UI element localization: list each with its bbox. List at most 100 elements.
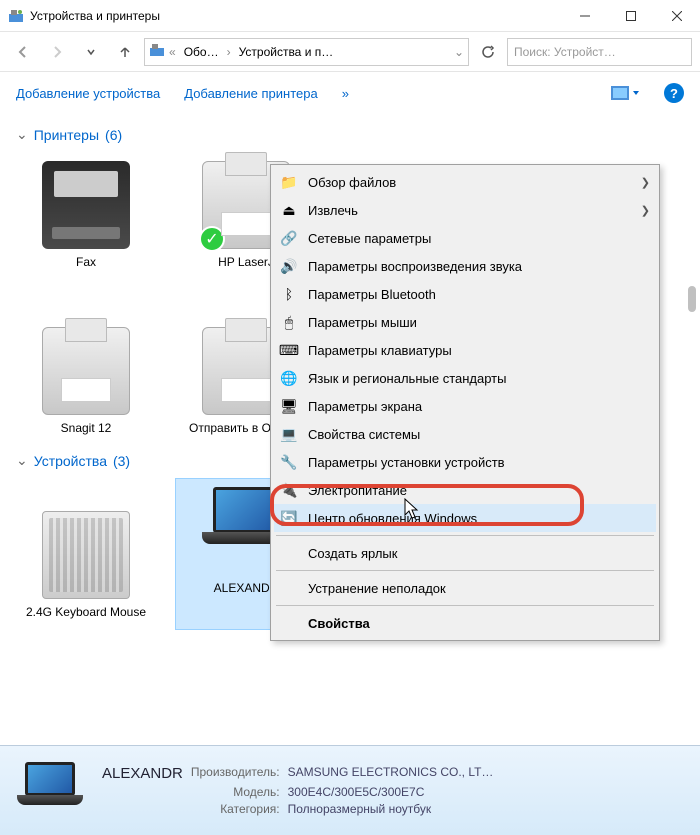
group-devices-count: (3) — [113, 453, 130, 469]
submenu-arrow-icon: ❯ — [641, 176, 650, 189]
add-device-link[interactable]: Добавление устройства — [16, 86, 160, 101]
window-title: Устройства и принтеры — [30, 9, 562, 23]
status-mfr-key: Производитель: — [191, 765, 280, 782]
addr-icon — [149, 42, 165, 61]
bt-icon: ᛒ — [280, 285, 298, 303]
help-button[interactable]: ? — [664, 83, 684, 103]
update-icon: 🔄 — [280, 509, 298, 527]
menu-separator — [276, 535, 654, 536]
sound-icon: 🔊 — [280, 257, 298, 275]
device-label: Fax — [76, 255, 96, 271]
menu-item-label: Параметры клавиатуры — [308, 343, 650, 358]
status-model-key: Модель: — [191, 785, 280, 799]
menu-item-label: Центр обновления Windows — [308, 511, 650, 526]
menu-separator — [276, 605, 654, 606]
menu-item[interactable]: ᛒ Параметры Bluetooth — [274, 280, 656, 308]
screen-icon: 🖥 — [280, 397, 298, 415]
up-button[interactable] — [110, 37, 140, 67]
maximize-button[interactable] — [608, 0, 654, 32]
group-printers-label: Принтеры — [34, 127, 99, 143]
menu-item-label: Параметры воспроизведения звука — [308, 259, 650, 274]
menu-item-label: Обзор файлов — [308, 175, 631, 190]
menu-item-label: Язык и региональные стандарты — [308, 371, 650, 386]
status-device-name: ALEXANDR — [102, 765, 183, 782]
status-model-val: 300E4C/300E5C/300E7C — [288, 785, 494, 799]
recent-dropdown[interactable] — [76, 37, 106, 67]
printer-icon — [42, 327, 130, 415]
menu-item[interactable]: 💻 Свойства системы — [274, 420, 656, 448]
menu-item[interactable]: 📁 Обзор файлов ❯ — [274, 168, 656, 196]
toolbar-overflow[interactable]: » — [342, 86, 349, 101]
search-input[interactable]: Поиск: Устройст… — [507, 38, 692, 66]
device-label: 2.4G Keyboard Mouse — [26, 605, 146, 621]
add-printer-link[interactable]: Добавление принтера — [184, 86, 317, 101]
menu-item[interactable]: 🌐 Язык и региональные стандарты — [274, 364, 656, 392]
menu-item[interactable]: 🔧 Параметры установки устройств — [274, 448, 656, 476]
menu-item[interactable]: Устранение неполадок — [274, 574, 656, 602]
menu-item-label: Сетевые параметры — [308, 231, 650, 246]
eject-icon: ⏏ — [280, 201, 298, 219]
menu-item-label: Параметры Bluetooth — [308, 287, 650, 302]
group-printers-header[interactable]: ⌄ Принтеры (6) — [16, 126, 684, 143]
status-cat-key: Категория: — [191, 802, 280, 816]
menu-item-label: Параметры мыши — [308, 315, 650, 330]
device-label: ALEXANDR — [214, 581, 279, 597]
menu-item-label: Создать ярлык — [308, 546, 650, 561]
group-devices-label: Устройства — [34, 453, 107, 469]
menu-item[interactable]: 🖱 Параметры мыши — [274, 308, 656, 336]
back-button[interactable] — [8, 37, 38, 67]
command-bar: Добавление устройства Добавление принтер… — [0, 72, 700, 114]
close-button[interactable] — [654, 0, 700, 32]
menu-item[interactable]: Создать ярлык — [274, 539, 656, 567]
menu-item[interactable]: 🖥Параметры экрана — [274, 392, 656, 420]
menu-item-label: Электропитание — [308, 483, 650, 498]
laptop-icon — [16, 762, 84, 820]
breadcrumb-sep: « — [169, 45, 176, 59]
menu-item[interactable]: Свойства — [274, 609, 656, 637]
context-menu: 📁Обзор файлов❯⏏Извлечь❯🔗Сетевые параметр… — [270, 164, 660, 641]
minimize-button[interactable] — [562, 0, 608, 32]
address-bar[interactable]: « Обо… › Устройства и п… ⌄ — [144, 38, 469, 66]
folder-icon: 📁 — [280, 173, 298, 191]
refresh-button[interactable] — [473, 37, 503, 67]
group-printers-count: (6) — [105, 127, 122, 143]
keyboard-icon — [42, 511, 130, 599]
menu-item[interactable]: ⌨ Параметры клавиатуры — [274, 336, 656, 364]
menu-item[interactable]: 🔌 Электропитание — [274, 476, 656, 504]
menu-item-label: Свойства системы — [308, 427, 650, 442]
app-icon — [8, 8, 24, 24]
mouse-icon: 🖱 — [280, 313, 298, 331]
menu-item[interactable]: 🔗 Сетевые параметры — [274, 224, 656, 252]
default-badge-icon — [199, 226, 225, 252]
menu-separator — [276, 570, 654, 571]
fax-icon — [42, 161, 130, 249]
power-icon: 🔌 — [280, 481, 298, 499]
submenu-arrow-icon: ❯ — [641, 204, 650, 217]
addr-dropdown[interactable]: ⌄ — [454, 45, 464, 59]
scrollbar-thumb[interactable] — [688, 286, 696, 312]
menu-item[interactable]: ⏏Извлечь❯ — [274, 196, 656, 224]
chevron-down-icon: ⌄ — [16, 126, 28, 143]
chevron-down-icon: ⌄ — [16, 452, 28, 469]
menu-item-label: Параметры установки устройств — [308, 455, 650, 470]
lang-icon: 🌐 — [280, 369, 298, 387]
device-item-keyboard[interactable]: 2.4G Keyboard Mouse — [16, 479, 156, 629]
device-item-snagit[interactable]: Snagit 12 — [16, 319, 156, 445]
breadcrumb-1[interactable]: Обо… — [180, 43, 223, 61]
device-item-fax[interactable]: Fax — [16, 153, 156, 279]
breadcrumb-2[interactable]: Устройства и п… — [235, 43, 338, 61]
install-icon: 🔧 — [280, 453, 298, 471]
net-icon: 🔗 — [280, 229, 298, 247]
breadcrumb-sep: › — [227, 45, 231, 59]
view-options-button[interactable] — [611, 86, 640, 100]
kb-icon: ⌨ — [280, 341, 298, 359]
menu-item-label: Свойства — [308, 616, 650, 631]
menu-item[interactable]: 🔄 Центр обновления Windows — [274, 504, 656, 532]
sys-icon: 💻 — [280, 425, 298, 443]
forward-button[interactable] — [42, 37, 72, 67]
menu-item-label: Устранение неполадок — [308, 581, 650, 596]
device-label: HP LaserJ — [218, 255, 274, 271]
status-cat-val: Полноразмерный ноутбук — [288, 802, 494, 816]
menu-item[interactable]: 🔊 Параметры воспроизведения звука — [274, 252, 656, 280]
status-mfr-val: SAMSUNG ELECTRONICS CO., LT… — [288, 765, 494, 782]
